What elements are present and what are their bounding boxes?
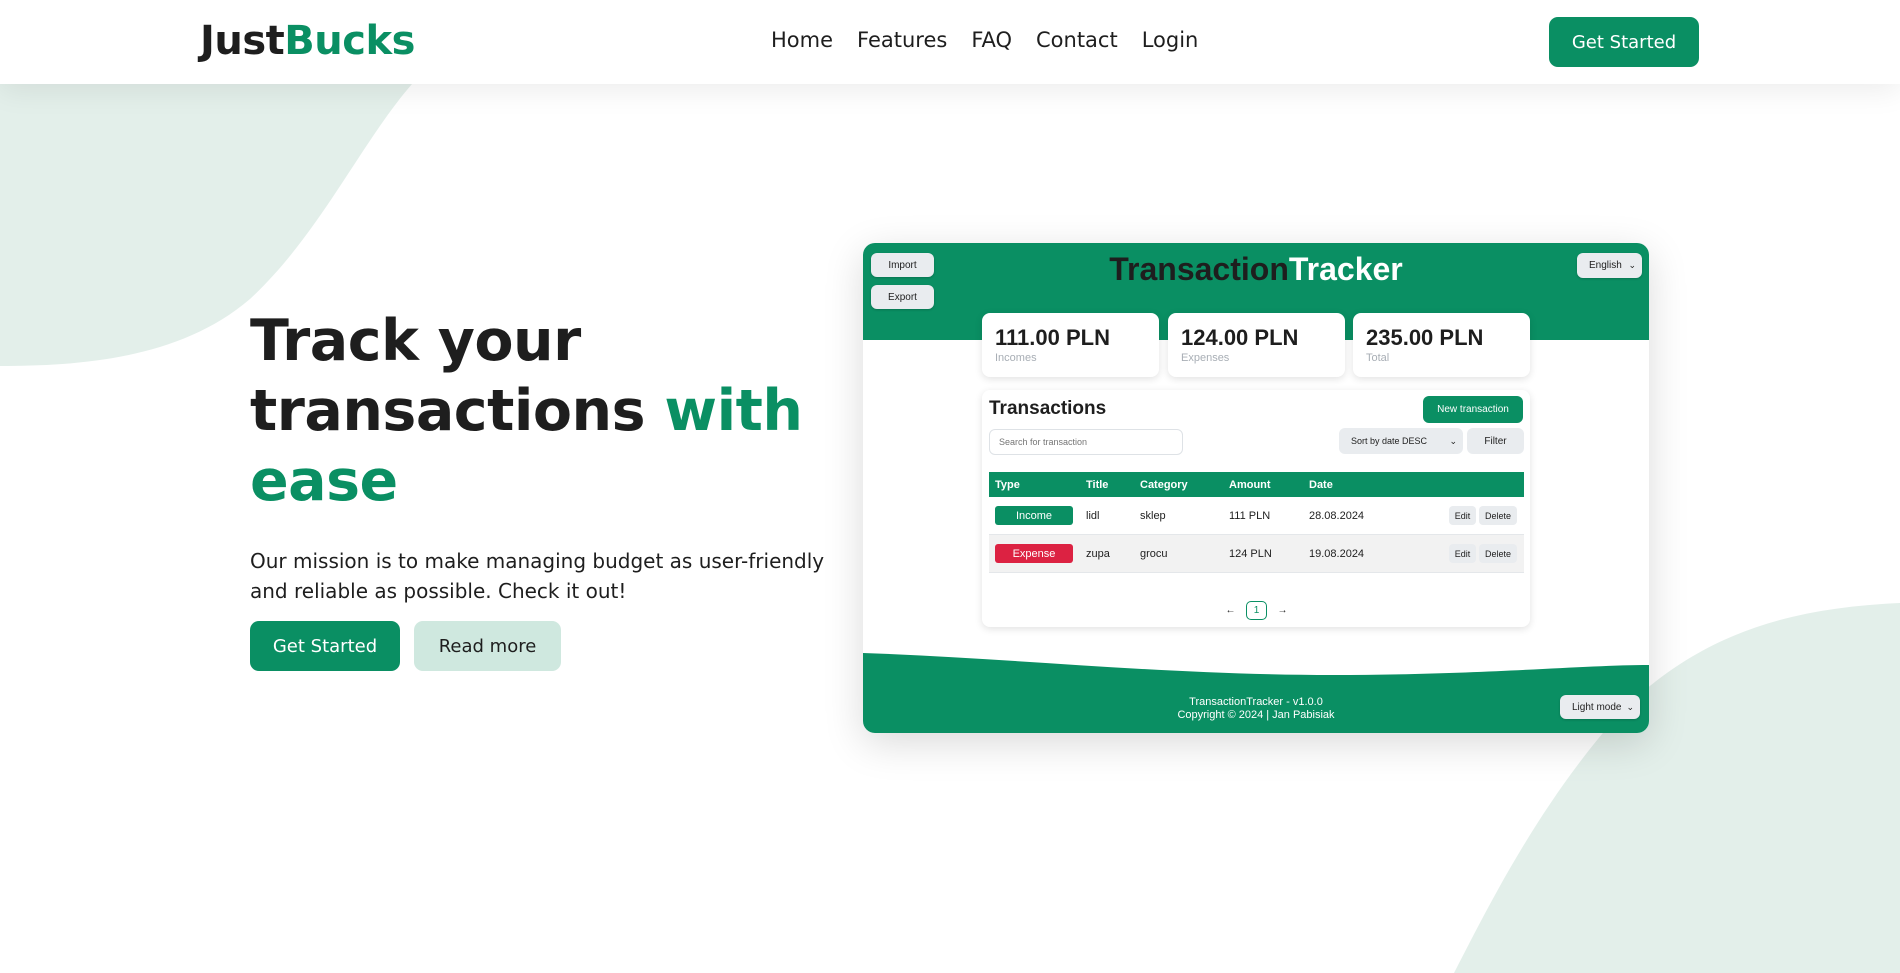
column-header-type: Type: [995, 478, 1020, 491]
theme-select[interactable]: Light mode ⌄: [1560, 695, 1640, 719]
sort-value: Sort by date DESC: [1351, 436, 1428, 446]
footer-version: TransactionTracker - v1.0.0: [1189, 696, 1323, 708]
edit-button[interactable]: Edit: [1449, 506, 1476, 525]
nav-link-contact[interactable]: Contact: [1036, 28, 1118, 52]
export-button[interactable]: Export: [871, 285, 934, 309]
hero-title-line1: Track your: [250, 308, 581, 374]
pagination: ← 1 →: [1220, 601, 1293, 620]
column-header-amount: Amount: [1229, 478, 1271, 491]
footer-copyright: Copyright © 2024 | Jan Pabisiak: [1177, 709, 1335, 721]
chevron-down-icon: ⌄: [1628, 260, 1636, 270]
hero-title-accent2: ease: [250, 448, 398, 514]
delete-button[interactable]: Delete: [1479, 506, 1517, 525]
column-header-category: Category: [1140, 478, 1188, 491]
chevron-down-icon: ⌄: [1626, 701, 1634, 712]
type-cell: Income: [995, 497, 1073, 534]
theme-value: Light mode: [1572, 701, 1622, 713]
transactions-table: Type Title Category Amount Date Income l…: [989, 472, 1524, 573]
hero-read-more-button[interactable]: Read more: [414, 621, 561, 671]
income-badge: Income: [995, 506, 1073, 525]
date-cell: 28.08.2024: [1309, 509, 1365, 522]
brand-logo[interactable]: JustBucks: [200, 18, 415, 64]
import-button[interactable]: Import: [871, 253, 934, 277]
date-cell: 19.08.2024: [1309, 547, 1365, 560]
type-cell: Expense: [995, 535, 1073, 572]
nav-link-home[interactable]: Home: [771, 28, 833, 52]
title-cell: zupa: [1086, 547, 1110, 560]
hero-subtitle: Our mission is to make managing budget a…: [250, 549, 825, 603]
stat-card-expenses: 124.00 PLN Expenses: [1168, 313, 1345, 377]
amount-cell: 124 PLN: [1229, 547, 1272, 560]
expense-badge: Expense: [995, 544, 1073, 563]
title-cell: lidl: [1086, 509, 1100, 522]
next-page-arrow-icon[interactable]: →: [1272, 601, 1293, 620]
stat-label: Total: [1366, 352, 1390, 364]
filter-button[interactable]: Filter: [1467, 428, 1524, 454]
table-row: Income lidl sklep 111 PLN 28.08.2024 Edi…: [989, 497, 1524, 535]
transactions-heading: Transactions: [989, 398, 1107, 419]
nav-link-features[interactable]: Features: [857, 28, 947, 52]
hero-title-accent1: with: [664, 378, 803, 444]
sort-select[interactable]: Sort by date DESC ⌄: [1339, 428, 1463, 454]
table-header: Type Title Category Amount Date: [989, 472, 1524, 497]
hero-title-line2: transactions: [250, 378, 646, 444]
stat-value: 235.00 PLN: [1366, 325, 1484, 350]
delete-button[interactable]: Delete: [1479, 544, 1517, 563]
amount-cell: 111 PLN: [1229, 509, 1271, 522]
chevron-down-icon: ⌄: [1449, 435, 1457, 446]
app-title-part2: Tracker: [1288, 251, 1403, 287]
app-title-part1: Transaction: [1109, 251, 1289, 287]
language-select[interactable]: English ⌄: [1577, 253, 1642, 278]
app-preview: TransactionTracker Import Export English…: [863, 243, 1649, 733]
column-header-title: Title: [1086, 478, 1109, 491]
search-input[interactable]: [989, 429, 1183, 455]
stat-card-total: 235.00 PLN Total: [1353, 313, 1530, 377]
brand-name-part2: Bucks: [284, 18, 415, 64]
column-header-date: Date: [1309, 478, 1333, 491]
nav-links: Home Features FAQ Contact Login: [771, 28, 1198, 52]
table-row: Expense zupa grocu 124 PLN 19.08.2024 Ed…: [989, 535, 1524, 573]
hero-title: Track your transactions with ease: [250, 306, 840, 516]
edit-button[interactable]: Edit: [1449, 544, 1476, 563]
hero-buttons: Get Started Read more: [250, 621, 561, 671]
stat-label: Expenses: [1181, 352, 1230, 364]
page-button-current[interactable]: 1: [1246, 601, 1267, 620]
navbar: JustBucks Home Features FAQ Contact Logi…: [0, 0, 1900, 84]
nav-link-login[interactable]: Login: [1142, 28, 1199, 52]
stat-card-incomes: 111.00 PLN Incomes: [982, 313, 1159, 377]
stat-label: Incomes: [995, 352, 1037, 364]
app-footer: TransactionTracker - v1.0.0 Copyright © …: [863, 696, 1649, 722]
category-cell: sklep: [1140, 509, 1166, 522]
hero-section: Track your transactions with ease Our mi…: [250, 306, 840, 671]
brand-name-part1: Just: [200, 18, 285, 64]
new-transaction-button[interactable]: New transaction: [1423, 396, 1523, 423]
transactions-card: Transactions New transaction Sort by dat…: [982, 390, 1530, 627]
stat-value: 124.00 PLN: [1181, 325, 1299, 350]
prev-page-arrow-icon[interactable]: ←: [1220, 601, 1241, 620]
category-cell: grocu: [1140, 547, 1168, 560]
nav-link-faq[interactable]: FAQ: [971, 28, 1012, 52]
nav-get-started-button[interactable]: Get Started: [1549, 17, 1699, 67]
stat-value: 111.00 PLN: [995, 325, 1110, 350]
hero-get-started-button[interactable]: Get Started: [250, 621, 400, 671]
app-title: TransactionTracker: [863, 251, 1649, 288]
language-value: English: [1589, 260, 1622, 271]
